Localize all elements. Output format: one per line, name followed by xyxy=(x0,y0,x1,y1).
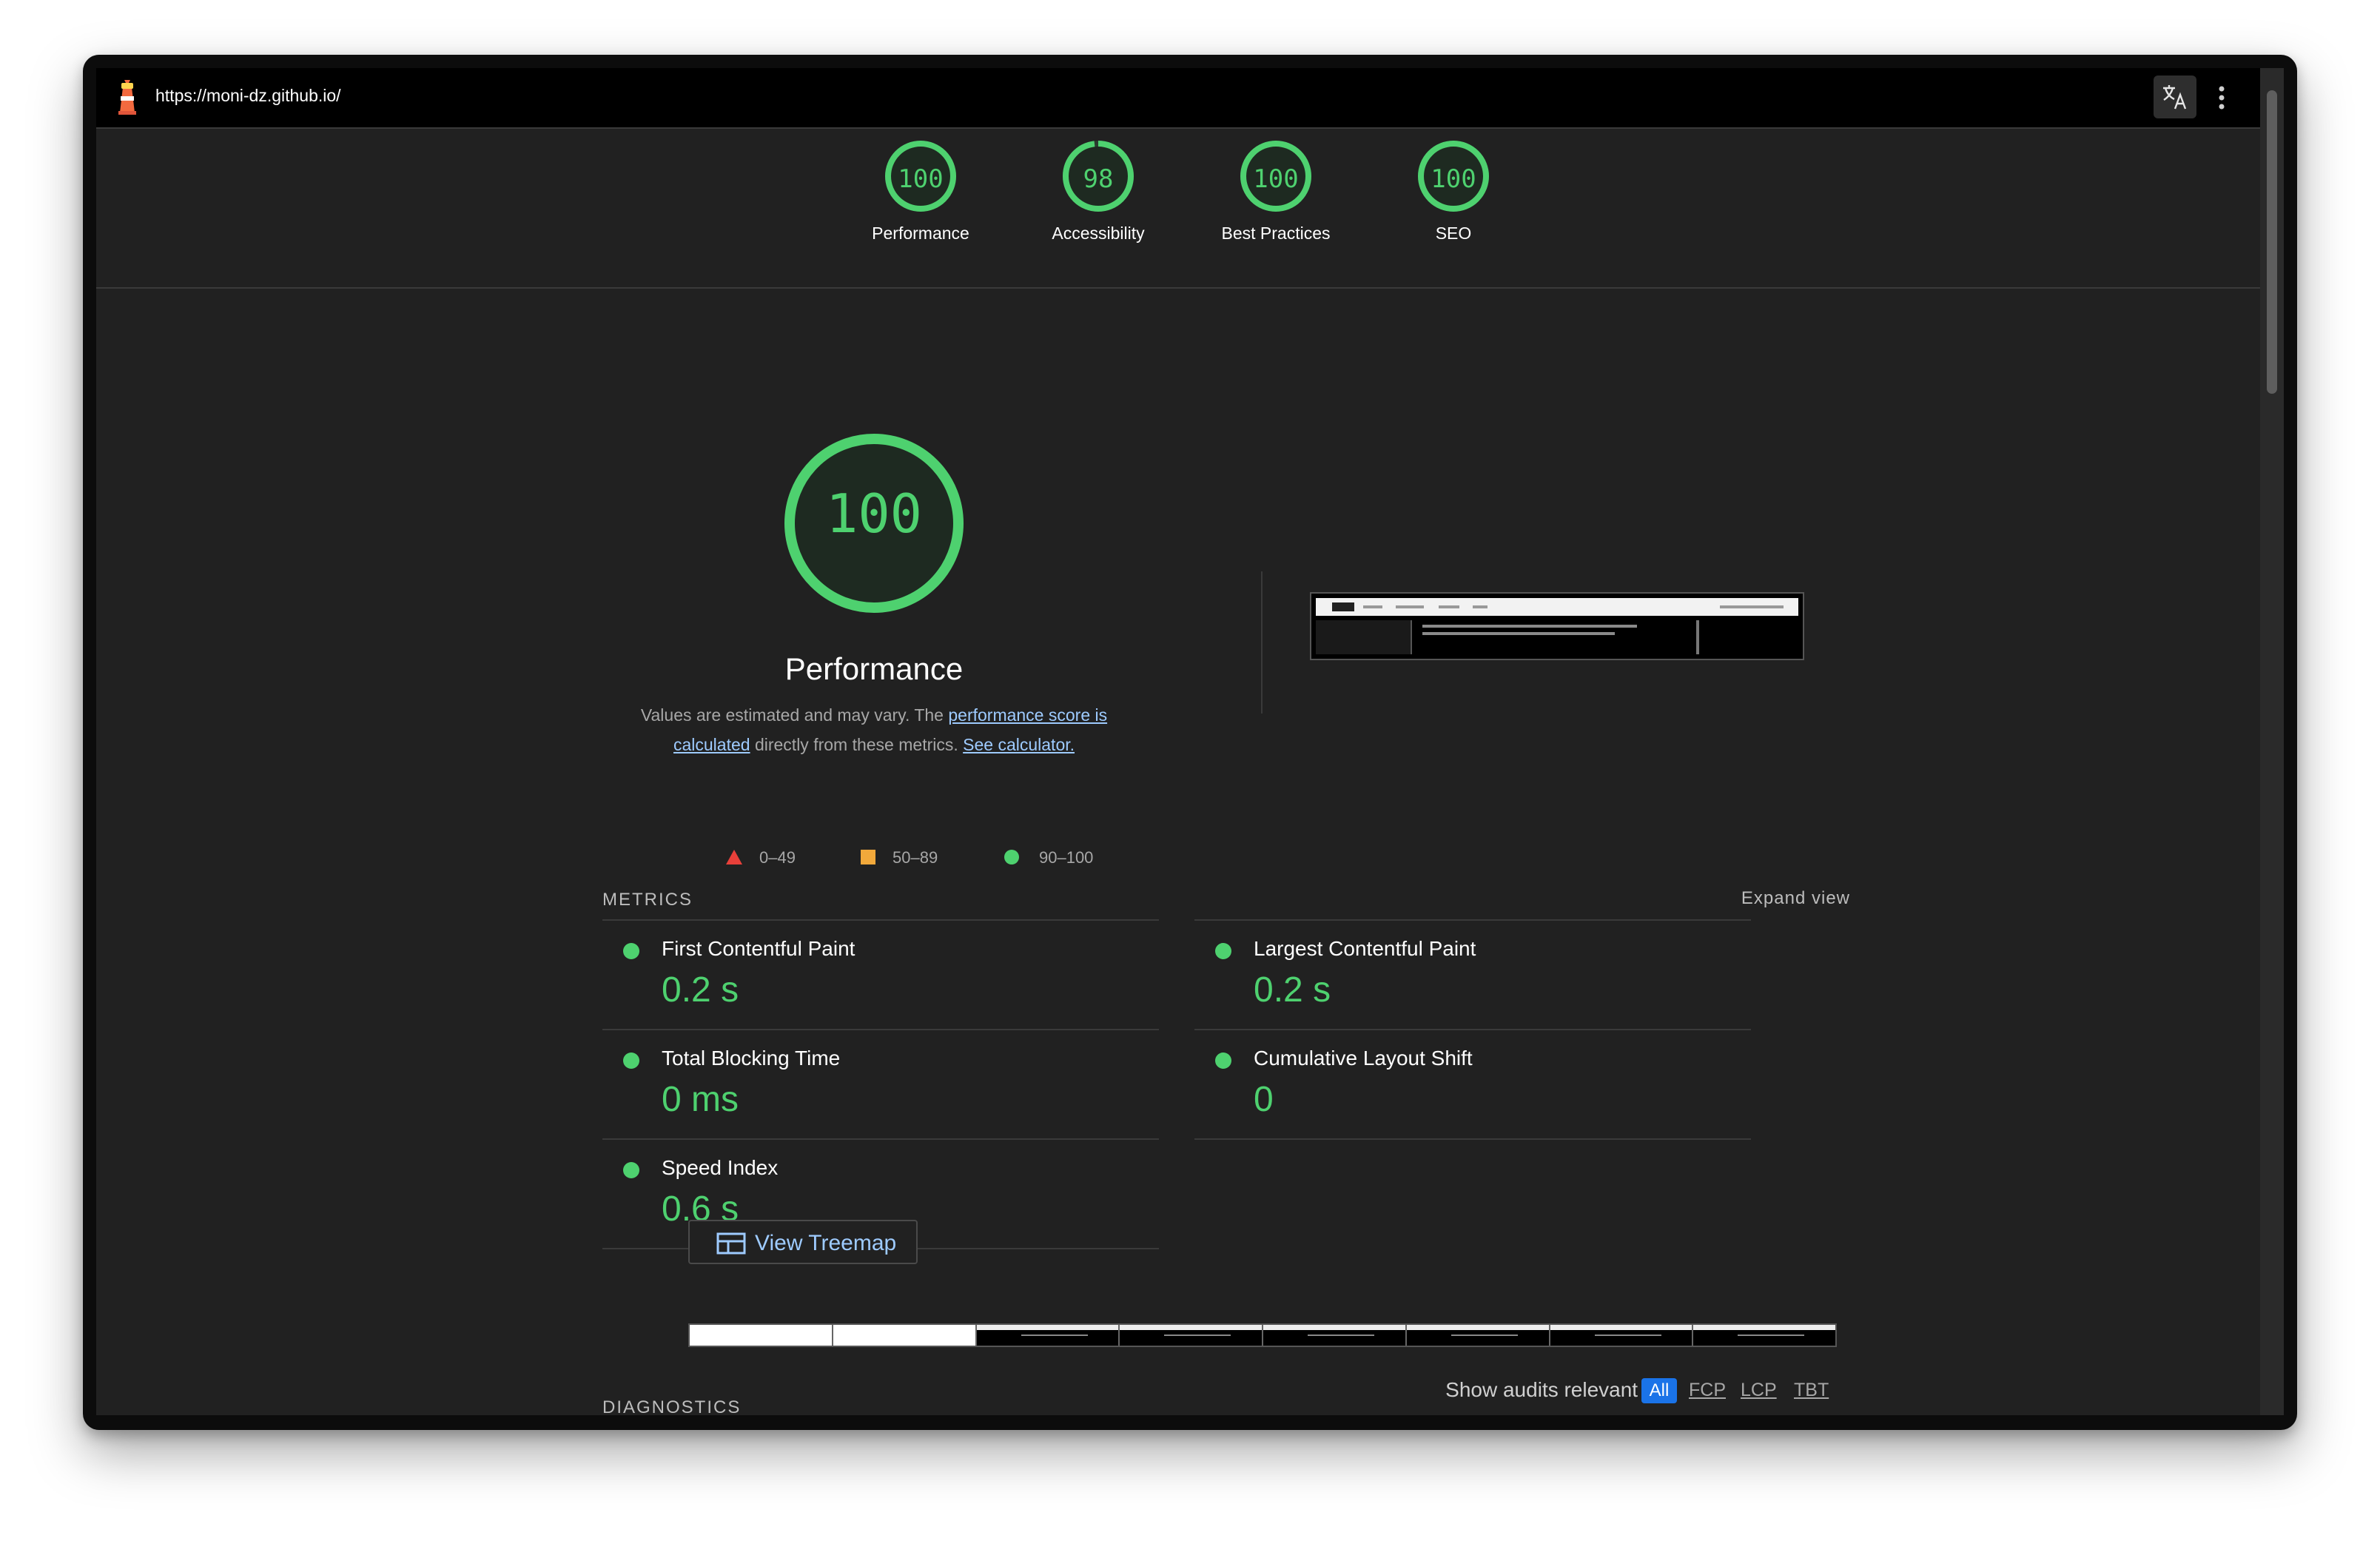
metrics-title: METRICS xyxy=(602,890,693,910)
performance-description: Values are estimated and may vary. The p… xyxy=(602,700,1146,759)
diagnostics-title: DIAGNOSTICS xyxy=(602,1397,742,1415)
thumb-nav-item xyxy=(1332,602,1354,611)
gauge-label: SEO xyxy=(1435,224,1472,243)
metric-fcp: First Contentful Paint 0.2 s xyxy=(602,919,1159,1029)
legend-pass: 90–100 xyxy=(1004,848,1093,867)
gauge-seo[interactable]: 100 SEO xyxy=(1379,139,1527,244)
metric-value: 0 ms xyxy=(662,1080,739,1119)
gauge-accessibility[interactable]: 98 Accessibility xyxy=(1024,139,1172,244)
legend-fail-label: 0–49 xyxy=(759,848,796,867)
metric-name: Speed Index xyxy=(662,1156,779,1179)
metric-name: Total Blocking Time xyxy=(662,1047,841,1070)
thumb-text-line xyxy=(1422,625,1637,628)
gauge-label: Best Practices xyxy=(1221,224,1331,243)
expand-view-toggle[interactable]: Expand view xyxy=(1636,888,1850,909)
gauge-score: 100 xyxy=(898,164,944,194)
metric-name: Largest Contentful Paint xyxy=(1254,937,1476,960)
thumb-divider xyxy=(1696,620,1699,654)
pass-dot-icon xyxy=(623,1162,639,1178)
thumb-nav-item xyxy=(1473,605,1488,608)
metric-value: 0.2 s xyxy=(662,970,739,1010)
gauge-best-practices[interactable]: 100 Best Practices xyxy=(1202,139,1350,244)
gauge-performance[interactable]: 100 Performance xyxy=(847,139,995,244)
metric-value: 0.2 s xyxy=(1254,970,1331,1010)
legend-average-label: 50–89 xyxy=(892,848,938,867)
thumb-navbar xyxy=(1316,598,1798,616)
metric-cls: Cumulative Layout Shift 0 xyxy=(1194,1029,1751,1138)
filmstrip-frame xyxy=(1693,1325,1835,1346)
filter-fcp-chip[interactable]: FCP xyxy=(1689,1380,1726,1401)
performance-title: Performance xyxy=(784,651,964,686)
translate-button[interactable] xyxy=(2154,75,2196,118)
audit-filter-label: Show audits relevant to: xyxy=(1445,1378,1667,1401)
pass-dot-icon xyxy=(1215,943,1231,959)
desc-text: Values are estimated and may vary. The xyxy=(640,705,949,725)
browser-window: https://moni-dz.github.io/ 100 Performan… xyxy=(83,55,2297,1430)
filmstrip-frame xyxy=(1263,1325,1407,1346)
translate-icon xyxy=(2163,85,2187,110)
report-topbar: https://moni-dz.github.io/ xyxy=(96,68,2260,129)
lighthouse-report: https://moni-dz.github.io/ 100 Performan… xyxy=(96,68,2284,1415)
thumb-nav-item xyxy=(1439,605,1459,608)
filmstrip-frame xyxy=(1550,1325,1694,1346)
thumb-nav-item xyxy=(1363,605,1382,608)
thumb-text-line xyxy=(1422,632,1615,635)
filter-tbt-chip[interactable]: TBT xyxy=(1794,1380,1829,1401)
gauge-score: 98 xyxy=(1083,164,1114,194)
gauge-score: 100 xyxy=(1253,164,1299,194)
filter-all-chip[interactable]: All xyxy=(1641,1378,1677,1403)
view-treemap-label: View Treemap xyxy=(755,1231,897,1255)
scrollbar-thumb[interactable] xyxy=(2267,90,2277,394)
vertical-divider xyxy=(1261,571,1263,714)
metric-name: First Contentful Paint xyxy=(662,937,855,960)
thumb-panel xyxy=(1316,620,1412,654)
lighthouse-logo-icon xyxy=(118,80,136,115)
gauge-label: Performance xyxy=(872,224,969,243)
filmstrip-frame xyxy=(1406,1325,1550,1346)
treemap-icon xyxy=(716,1232,746,1255)
gauge-label: Accessibility xyxy=(1052,224,1145,243)
category-gauges: 100 Performance 98 Accessibility 100 Bes… xyxy=(96,127,2260,289)
filmstrip xyxy=(688,1323,1837,1347)
legend-fail: 0–49 xyxy=(725,848,796,867)
pass-dot-icon xyxy=(623,943,639,959)
final-screenshot[interactable] xyxy=(1310,592,1804,660)
thumb-nav-item xyxy=(1720,605,1784,608)
thumb-nav-item xyxy=(1396,605,1424,608)
legend-pass-label: 90–100 xyxy=(1039,848,1094,867)
see-calculator-link[interactable]: See calculator. xyxy=(963,735,1075,754)
metric-divider xyxy=(1194,1138,1751,1140)
filmstrip-frame xyxy=(1120,1325,1263,1346)
metric-name: Cumulative Layout Shift xyxy=(1254,1047,1473,1070)
triangle-icon xyxy=(726,850,742,864)
filmstrip-frame xyxy=(976,1325,1120,1346)
scrollbar[interactable] xyxy=(2260,68,2284,1415)
report-url[interactable]: https://moni-dz.github.io/ xyxy=(155,86,341,106)
more-options-icon[interactable] xyxy=(2214,80,2229,115)
filter-lcp-chip[interactable]: LCP xyxy=(1741,1380,1777,1401)
view-treemap-button[interactable]: View Treemap xyxy=(688,1220,918,1264)
filmstrip-frame xyxy=(690,1325,833,1346)
performance-score: 100 xyxy=(825,483,923,545)
legend-average: 50–89 xyxy=(860,848,938,867)
filmstrip-frame xyxy=(833,1325,977,1346)
desc-text: directly from these metrics. xyxy=(750,735,964,754)
square-icon xyxy=(861,850,875,864)
circle-icon xyxy=(1004,850,1019,864)
metric-value: 0 xyxy=(1254,1080,1274,1119)
metric-tbt: Total Blocking Time 0 ms xyxy=(602,1029,1159,1138)
pass-dot-icon xyxy=(623,1052,639,1069)
gauge-score: 100 xyxy=(1431,164,1476,194)
metric-lcp: Largest Contentful Paint 0.2 s xyxy=(1194,919,1751,1029)
pass-dot-icon xyxy=(1215,1052,1231,1069)
